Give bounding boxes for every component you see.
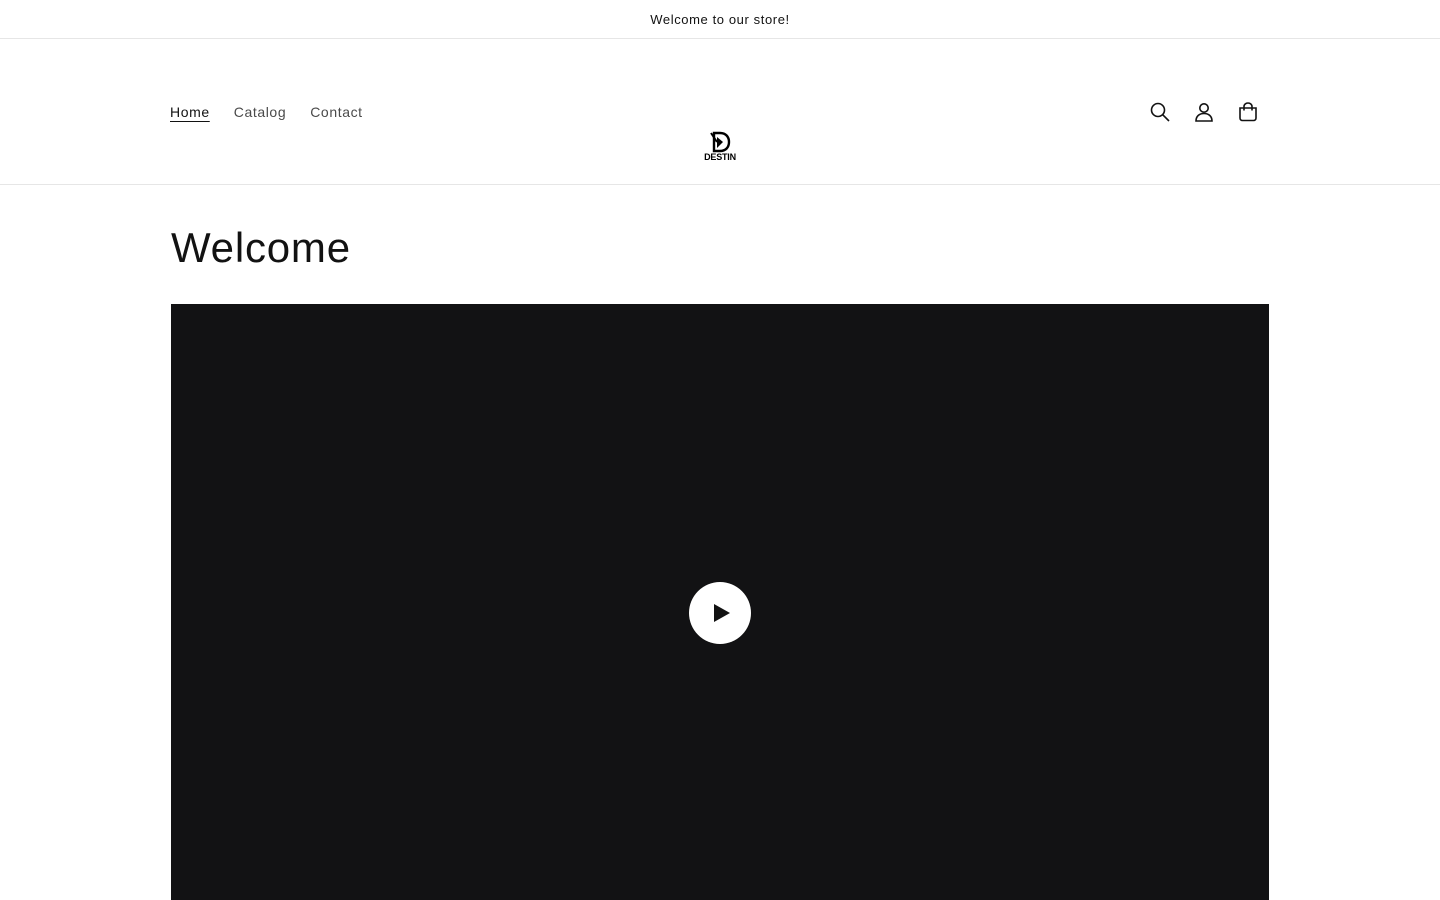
header-icons: [1138, 39, 1270, 185]
page-title: Welcome: [171, 224, 351, 271]
play-button[interactable]: [689, 582, 751, 644]
store-logo[interactable]: DESTIN: [700, 131, 740, 171]
nav-link-catalog[interactable]: Catalog: [234, 104, 286, 120]
nav-link-contact[interactable]: Contact: [310, 104, 362, 120]
main-nav: Home Catalog Contact: [170, 39, 387, 185]
main-content: Welcome: [0, 185, 1440, 900]
announcement-bar: Welcome to our store!: [0, 0, 1440, 39]
site-header: Home Catalog Contact DESTIN: [0, 39, 1440, 185]
cart-icon: [1239, 102, 1257, 122]
search-button[interactable]: [1138, 90, 1182, 134]
cart-button[interactable]: [1226, 90, 1270, 134]
play-icon: [714, 604, 730, 622]
logo-text: DESTIN: [704, 152, 736, 162]
account-icon: [1195, 103, 1213, 122]
nav-link-home[interactable]: Home: [170, 104, 210, 120]
logo-mark-icon: [710, 131, 731, 153]
video-player[interactable]: [171, 304, 1269, 900]
announcement-text: Welcome to our store!: [650, 11, 790, 27]
search-icon: [1150, 102, 1170, 122]
account-button[interactable]: [1182, 90, 1226, 134]
